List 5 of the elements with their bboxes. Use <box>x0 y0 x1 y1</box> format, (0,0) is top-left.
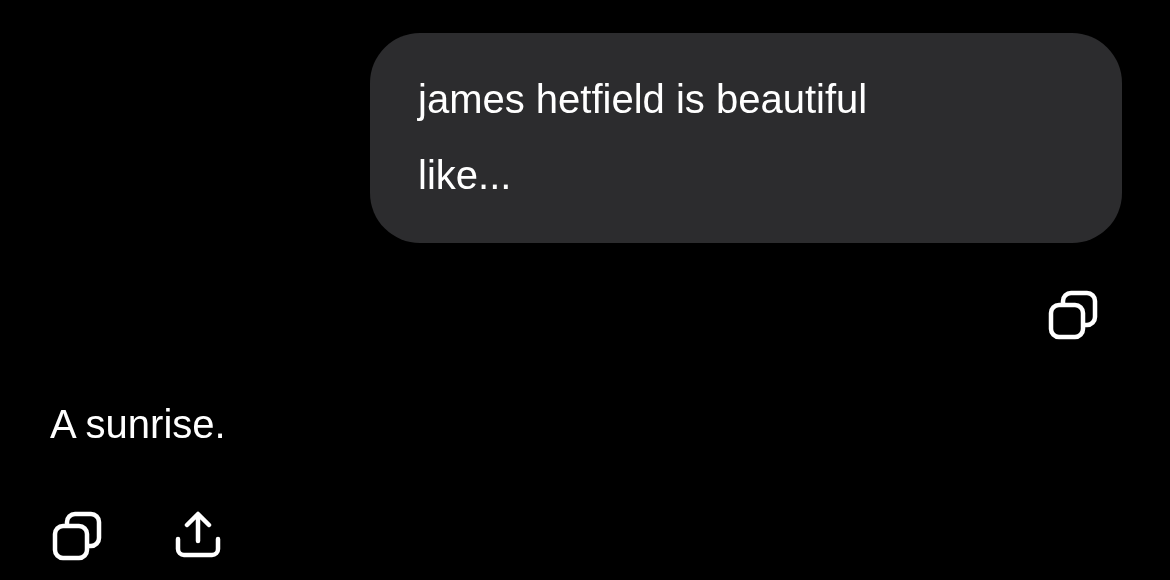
reply-text: A sunrise. <box>50 401 227 448</box>
share-icon[interactable] <box>174 511 222 559</box>
copy-icon[interactable] <box>52 511 102 561</box>
copy-icon[interactable] <box>1048 290 1098 340</box>
message-text: james hetfield is beautiful like... <box>418 76 869 199</box>
